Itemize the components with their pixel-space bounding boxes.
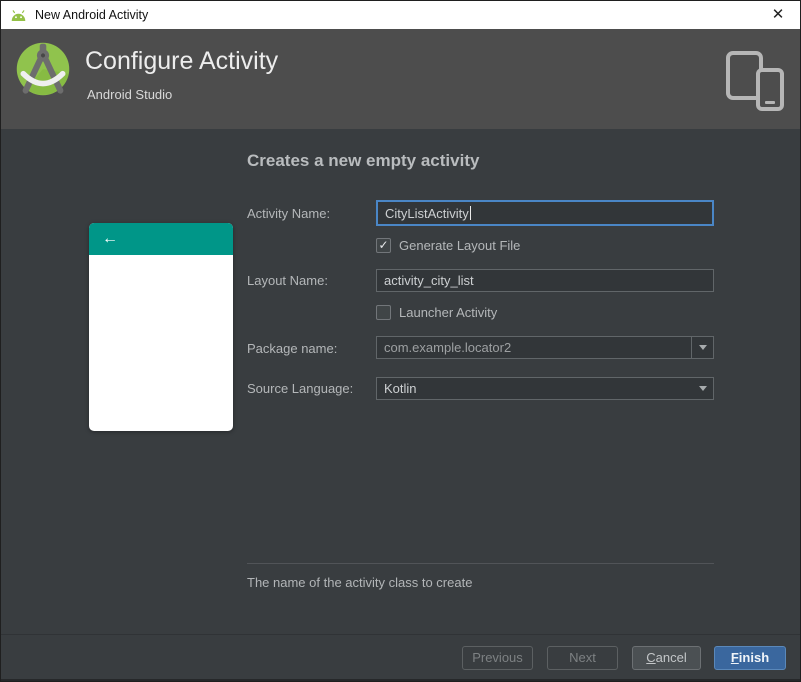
preview-app-bar: ← bbox=[89, 223, 233, 255]
back-arrow-icon: ← bbox=[102, 230, 118, 247]
generate-layout-checkbox[interactable]: ✓ bbox=[376, 238, 391, 253]
language-dropdown-button[interactable] bbox=[692, 378, 713, 399]
launcher-activity-label: Launcher Activity bbox=[399, 305, 498, 320]
window-title: New Android Activity bbox=[35, 8, 149, 22]
activity-preview-thumbnail: ← bbox=[89, 223, 233, 431]
activity-name-value: CityListActivity bbox=[385, 205, 469, 221]
cancel-rest: ancel bbox=[655, 650, 687, 665]
package-dropdown-button[interactable] bbox=[691, 337, 713, 358]
package-name-label: Package name: bbox=[247, 341, 338, 356]
chevron-down-icon bbox=[698, 345, 707, 350]
tablet-phone-icon bbox=[726, 51, 784, 111]
chevron-down-icon bbox=[698, 386, 707, 391]
footer-divider bbox=[1, 634, 800, 635]
wizard-title: Configure Activity bbox=[85, 47, 279, 75]
source-language-combobox[interactable]: Kotlin bbox=[376, 377, 714, 400]
layout-name-input[interactable]: activity_city_list bbox=[376, 269, 714, 292]
cancel-button[interactable]: Cancel bbox=[632, 646, 701, 670]
source-language-label: Source Language: bbox=[247, 381, 354, 396]
package-name-combobox[interactable]: com.example.locator2 bbox=[376, 336, 714, 359]
wizard-header: Configure Activity Android Studio bbox=[1, 29, 800, 129]
source-language-value: Kotlin bbox=[384, 381, 417, 396]
wizard-subtitle: Android Studio bbox=[87, 87, 173, 102]
close-icon[interactable]: ✕ bbox=[765, 1, 791, 29]
phone-home-bar bbox=[765, 101, 775, 104]
finish-rest: inish bbox=[738, 650, 770, 665]
generate-layout-label: Generate Layout File bbox=[399, 238, 521, 253]
new-android-activity-dialog: New Android Activity ✕ Configure Activit… bbox=[0, 0, 801, 682]
phone-outline-icon bbox=[756, 68, 784, 111]
launcher-activity-checkbox[interactable] bbox=[376, 305, 391, 320]
activity-name-label: Activity Name: bbox=[247, 206, 331, 221]
layout-name-value: activity_city_list bbox=[384, 273, 474, 288]
next-button: Next bbox=[547, 646, 618, 670]
field-hint: The name of the activity class to create bbox=[247, 575, 473, 590]
android-head-icon bbox=[10, 8, 28, 22]
cancel-mnemonic: C bbox=[646, 650, 656, 665]
generate-layout-checkbox-row[interactable]: ✓ Generate Layout File bbox=[376, 238, 520, 253]
finish-mnemonic: F bbox=[730, 650, 739, 665]
finish-button[interactable]: Finish bbox=[714, 646, 786, 670]
activity-name-input[interactable]: CityListActivity bbox=[376, 200, 714, 226]
layout-name-label: Layout Name: bbox=[247, 273, 328, 288]
title-bar: New Android Activity ✕ bbox=[1, 1, 800, 29]
page-title: Creates a new empty activity bbox=[247, 151, 480, 170]
previous-button: Previous bbox=[462, 646, 533, 670]
text-caret bbox=[469, 206, 471, 220]
android-studio-logo-icon bbox=[13, 39, 73, 99]
launcher-activity-checkbox-row[interactable]: Launcher Activity bbox=[376, 305, 497, 320]
package-name-value: com.example.locator2 bbox=[384, 340, 512, 355]
hint-divider bbox=[247, 563, 714, 564]
